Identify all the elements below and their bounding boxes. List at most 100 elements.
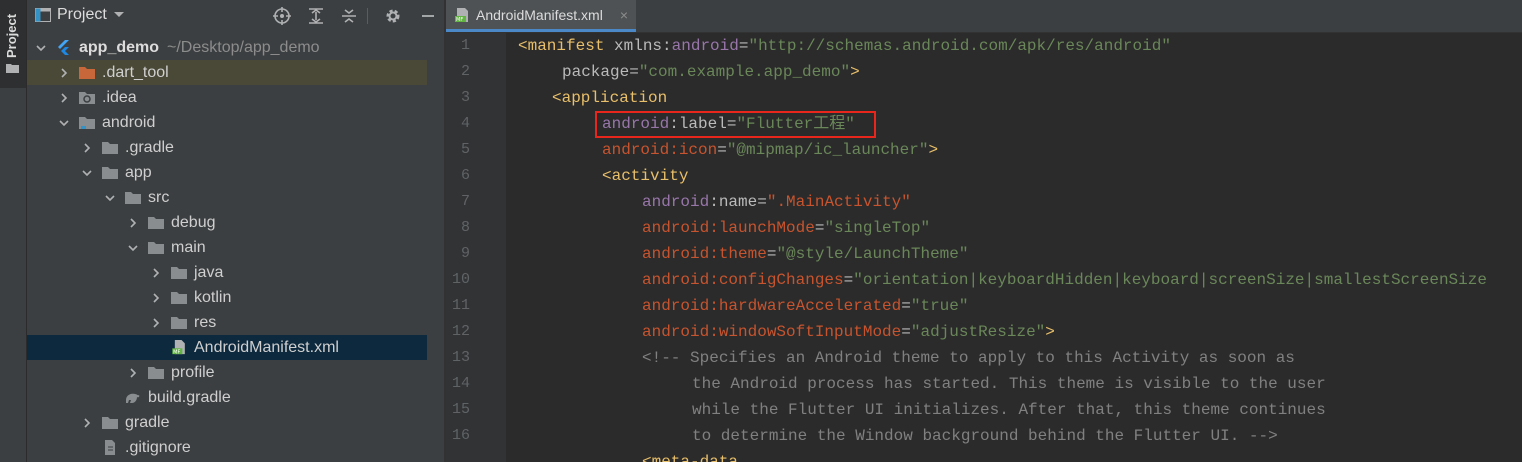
tree-item-java[interactable]: java <box>27 260 427 285</box>
manifest-file-icon: MF <box>170 340 194 355</box>
tree-item-label: .idea <box>102 88 137 106</box>
chevron-down-icon[interactable] <box>127 242 147 254</box>
tree-item-app[interactable]: app <box>27 160 427 185</box>
tree-item-gitignore[interactable]: .gitignore <box>27 435 427 460</box>
tree-item-path: ~/Desktop/app_demo <box>167 38 320 56</box>
code-line: the Android process has started. This th… <box>692 375 1326 393</box>
expand-all-icon[interactable] <box>307 7 325 25</box>
tree-item-androidmanifest-xml[interactable]: MF AndroidManifest.xml <box>27 335 427 360</box>
collapse-all-icon[interactable] <box>340 7 358 25</box>
folder-icon <box>170 290 194 305</box>
tree-item-app-demo[interactable]: app_demo ~/Desktop/app_demo <box>27 35 427 60</box>
folder-module-icon <box>78 115 102 130</box>
tree-item-dart-tool[interactable]: .dart_tool <box>27 60 427 85</box>
minimize-icon[interactable] <box>419 7 437 25</box>
chevron-right-icon[interactable] <box>150 317 170 329</box>
folder-icon <box>101 140 125 155</box>
tree-item-gradle[interactable]: .gradle <box>27 135 427 160</box>
code-line: while the Flutter UI initializes. After … <box>692 401 1326 419</box>
locate-icon[interactable] <box>273 7 291 25</box>
tree-item-android[interactable]: android <box>27 110 427 135</box>
manifest-file-icon: MF <box>455 7 468 23</box>
tree-item-res[interactable]: res <box>27 310 427 335</box>
code-line: android:windowSoftInputMode="adjustResiz… <box>642 323 1055 341</box>
tab-android-manifest[interactable]: MF AndroidManifest.xml × <box>446 0 636 32</box>
chevron-right-icon[interactable] <box>127 217 147 229</box>
chevron-right-icon[interactable] <box>127 367 147 379</box>
code-line: <application <box>552 89 668 107</box>
folder-icon <box>170 315 194 330</box>
line-number: 14 <box>451 375 470 392</box>
chevron-right-icon[interactable] <box>58 92 78 104</box>
code-line: android:launchMode="singleTop" <box>642 219 931 237</box>
tree-item-src[interactable]: src <box>27 185 427 210</box>
tree-item-label: java <box>194 263 224 281</box>
line-number: 11 <box>451 297 470 314</box>
folder-icon <box>101 165 125 180</box>
tree-item-label: debug <box>171 213 216 231</box>
line-number: 15 <box>451 401 470 418</box>
folder-icon <box>101 415 125 430</box>
tool-window-stripe: Project <box>0 0 27 462</box>
svg-text:MF: MF <box>456 17 463 23</box>
code-line: <meta-data <box>642 453 739 462</box>
close-icon[interactable]: × <box>620 7 628 23</box>
tree-item-label: .gitignore <box>125 438 191 456</box>
project-window-icon <box>35 8 51 22</box>
folder-icon <box>6 64 19 73</box>
chevron-down-icon <box>113 12 124 17</box>
flutter-icon <box>55 40 79 55</box>
tree-item-label: kotlin <box>194 288 232 306</box>
tree-item-main[interactable]: main <box>27 235 427 260</box>
tree-item-label: app_demo <box>79 38 160 56</box>
line-number: 4 <box>460 115 470 132</box>
tree-item-label: src <box>148 188 170 206</box>
chevron-right-icon[interactable] <box>150 267 170 279</box>
line-number: 9 <box>460 245 470 262</box>
tree-item-profile[interactable]: profile <box>27 360 427 385</box>
folder-icon <box>147 365 171 380</box>
gitignore-icon <box>101 440 125 455</box>
chevron-right-icon[interactable] <box>81 417 101 429</box>
project-panel: Project app_demo ~/Desktop/app_demo .dart_… <box>27 0 467 462</box>
gear-icon[interactable] <box>384 7 402 25</box>
line-number: 2 <box>460 63 470 80</box>
line-number: 8 <box>460 219 470 236</box>
folder-icon <box>124 190 148 205</box>
code-line: <activity <box>602 167 689 185</box>
chevron-down-icon[interactable] <box>104 192 124 204</box>
line-number: 6 <box>460 167 470 184</box>
line-number: 1 <box>460 37 470 54</box>
line-number: 5 <box>460 141 470 158</box>
tree-item-label: android <box>102 113 156 131</box>
gradle-icon <box>124 390 148 405</box>
chevron-right-icon[interactable] <box>150 292 170 304</box>
line-number: 16 <box>451 427 470 444</box>
chevron-down-icon[interactable] <box>58 117 78 129</box>
tree-item-label: profile <box>171 363 215 381</box>
project-view-selector[interactable]: Project <box>35 6 125 24</box>
tree-item-label: res <box>194 313 217 331</box>
code-line: <!-- Specifies an Android theme to apply… <box>642 349 1295 367</box>
tree-item-build-gradle[interactable]: build.gradle <box>27 385 427 410</box>
folder-icon <box>170 265 194 280</box>
line-number: 13 <box>451 349 470 366</box>
tree-item-label: build.gradle <box>148 388 231 406</box>
code-line: android:icon="@mipmap/ic_launcher"> <box>602 141 939 159</box>
chevron-down-icon[interactable] <box>35 42 55 54</box>
tree-item-label: .dart_tool <box>102 63 169 81</box>
project-panel-header: Project <box>27 0 444 32</box>
chevron-right-icon[interactable] <box>58 67 78 79</box>
tree-item-gradle[interactable]: gradle <box>27 410 427 435</box>
project-view-label: Project <box>57 6 107 23</box>
tree-item-debug[interactable]: debug <box>27 210 427 235</box>
code-line: package="com.example.app_demo"> <box>562 63 860 81</box>
tree-item-idea[interactable]: .idea <box>27 85 427 110</box>
line-number: 7 <box>460 193 470 210</box>
project-tool-button[interactable]: Project <box>0 0 26 88</box>
code-editor[interactable]: <manifest xmlns:android="http://schemas.… <box>506 33 1522 462</box>
tree-item-label: app <box>125 163 152 181</box>
tree-item-kotlin[interactable]: kotlin <box>27 285 427 310</box>
chevron-right-icon[interactable] <box>81 142 101 154</box>
chevron-down-icon[interactable] <box>81 167 101 179</box>
